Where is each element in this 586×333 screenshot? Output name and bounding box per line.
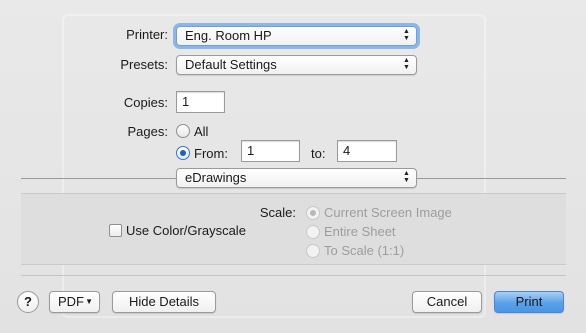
options-panel <box>21 193 566 265</box>
pdf-label: PDF <box>58 294 84 309</box>
copies-field[interactable]: 1 <box>176 91 225 113</box>
stepper-arrows-icon: ▲ ▼ <box>403 170 410 184</box>
presets-label: Presets: <box>120 57 168 72</box>
pages-from-label: From: <box>194 146 228 161</box>
cancel-button[interactable]: Cancel <box>412 291 482 313</box>
pages-from-field[interactable]: 1 <box>241 140 300 162</box>
pdf-menu-button[interactable]: PDF ▼ <box>49 291 100 313</box>
presets-popup[interactable]: Default Settings ▲ ▼ <box>176 55 417 75</box>
scale-to-scale-label: To Scale (1:1) <box>324 243 405 258</box>
section-popup[interactable]: eDrawings ▲ ▼ <box>176 168 417 188</box>
copies-label: Copies: <box>123 95 168 110</box>
scale-entire-sheet-radio[interactable] <box>306 225 320 239</box>
scale-entire-sheet-label: Entire Sheet <box>324 224 396 239</box>
scale-current-screen-radio[interactable] <box>306 206 320 220</box>
section-popup-value: eDrawings <box>185 170 247 185</box>
pages-all-radio[interactable] <box>176 124 190 138</box>
pages-to-field[interactable]: 4 <box>337 140 397 162</box>
use-color-label: Use Color/Grayscale <box>126 223 246 238</box>
stepper-arrows-icon: ▲ ▼ <box>403 57 410 71</box>
hide-details-button[interactable]: Hide Details <box>112 291 216 313</box>
scale-to-scale-radio[interactable] <box>306 244 320 258</box>
scale-current-screen-label: Current Screen Image <box>324 205 452 220</box>
use-color-checkbox[interactable] <box>109 224 122 237</box>
printer-value: Eng. Room HP <box>185 28 272 43</box>
footer-divider <box>21 275 566 276</box>
dropdown-triangle-icon: ▼ <box>85 297 93 306</box>
print-button[interactable]: Print <box>494 291 564 313</box>
print-dialog <box>0 0 586 333</box>
presets-value: Default Settings <box>185 57 277 72</box>
printer-label: Printer: <box>126 27 168 42</box>
pages-label: Pages: <box>127 124 168 139</box>
pages-from-radio[interactable] <box>176 146 190 160</box>
pages-to-label: to: <box>311 146 326 161</box>
scale-label: Scale: <box>259 205 296 220</box>
printer-popup[interactable]: Eng. Room HP ▲ ▼ <box>176 26 417 46</box>
pages-all-label: All <box>194 124 209 139</box>
help-button[interactable]: ? <box>17 291 39 313</box>
stepper-arrows-icon: ▲ ▼ <box>403 28 410 42</box>
